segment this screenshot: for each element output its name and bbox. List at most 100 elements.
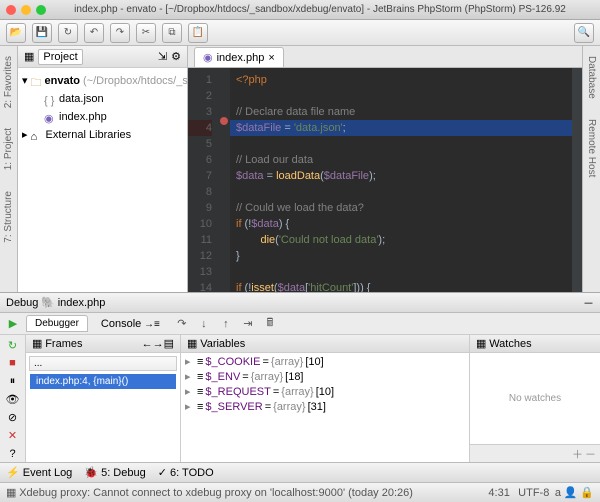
- debug-panel: Debug 🐘 index.php － ▶ Debugger Console →…: [0, 292, 600, 462]
- line-gutter: 123 4 567 8910 111213 141516: [188, 68, 218, 292]
- copy-button[interactable]: ⧉: [162, 23, 182, 43]
- code-body[interactable]: <?php // Declare data file name $dataFil…: [230, 68, 572, 292]
- watches-footer: ＋ －: [470, 444, 600, 462]
- right-gutter: Database Remote Host: [582, 46, 600, 292]
- open-button[interactable]: 📂: [6, 23, 26, 43]
- box-icon: ▦: [24, 50, 34, 63]
- frames-list[interactable]: ... index.php:4, {main}(): [26, 353, 180, 462]
- var-row[interactable]: ▸≡ $_COOKIE = {array} [10]: [183, 355, 467, 370]
- code-editor[interactable]: 123 4 567 8910 111213 141516 <?php // De…: [188, 68, 582, 292]
- paste-button[interactable]: 📋: [188, 23, 208, 43]
- view-breakpoints-button[interactable]: 👁: [3, 391, 23, 407]
- tree-external[interactable]: ▸ ⌂ External Libraries: [20, 126, 185, 144]
- close-button[interactable]: ✕: [3, 428, 23, 444]
- layout-icon: ▦: [187, 337, 197, 350]
- variables-list[interactable]: ▸≡ $_COOKIE = {array} [10] ▸≡ $_ENV = {a…: [181, 353, 469, 462]
- library-icon: ⌂: [31, 129, 43, 141]
- tab-debugger[interactable]: Debugger: [26, 315, 88, 332]
- main-area: 2: Favorites 1: Project 7: Structure ▦ P…: [0, 46, 600, 292]
- close-icon[interactable]: [6, 5, 16, 15]
- project-tool-tab[interactable]: 1: Project: [3, 128, 14, 170]
- frames-menu-icon[interactable]: ▤: [164, 337, 174, 350]
- tree-root[interactable]: ▾ 🗀 envato (~/Dropbox/htdocs/_sandbox/xd…: [20, 72, 185, 90]
- caret-position[interactable]: 4:31: [488, 487, 509, 499]
- breakpoint-gutter[interactable]: [218, 68, 230, 292]
- hector-icon[interactable]: 👤: [564, 486, 578, 499]
- variables-panel: ▦ Variables ▸≡ $_COOKIE = {array} [10] ▸…: [181, 335, 470, 462]
- collapse-icon[interactable]: ⇲: [158, 50, 167, 63]
- folder-icon: 🗀: [31, 75, 42, 87]
- evaluate-button[interactable]: 🖩: [261, 315, 279, 333]
- database-tab[interactable]: Database: [586, 56, 597, 99]
- tree-file-php[interactable]: ◉ index.php: [20, 108, 185, 126]
- event-log-button[interactable]: ⚡ Event Log: [6, 466, 72, 479]
- php-icon: ◉: [44, 111, 56, 123]
- cut-button[interactable]: ✂: [136, 23, 156, 43]
- variables-title: Variables: [200, 338, 245, 350]
- json-icon: { }: [44, 93, 56, 105]
- run-to-cursor-button[interactable]: ⇥: [239, 315, 257, 333]
- debug-file-label: index.php: [58, 297, 583, 309]
- editor-area: ◉ index.php × 123 4 567 8910 111213 1415…: [188, 46, 582, 292]
- watches-title: Watches: [489, 338, 531, 350]
- close-icon[interactable]: ×: [268, 52, 274, 64]
- debug-body: ↻ ■ ⏸ 👁 ⊘ ✕ ? ▦ Frames ← → ▤ ... index.p…: [0, 335, 600, 462]
- var-row[interactable]: ▸≡ $_ENV = {array} [18]: [183, 370, 467, 385]
- refresh-button[interactable]: ↻: [58, 23, 78, 43]
- project-view-select[interactable]: Project: [38, 49, 82, 65]
- error-stripe[interactable]: [572, 68, 582, 292]
- status-message: Xdebug proxy: Cannot connect to xdebug p…: [19, 487, 488, 499]
- watches-header: ▦ Watches: [470, 335, 600, 353]
- insert-icon[interactable]: a: [555, 487, 561, 499]
- editor-tabs: ◉ index.php ×: [188, 46, 582, 68]
- todo-button[interactable]: ✓ 6: TODO: [158, 466, 214, 479]
- status-bar: ▦ Xdebug proxy: Cannot connect to xdebug…: [0, 482, 600, 502]
- stop-button[interactable]: ■: [3, 355, 23, 371]
- mute-breakpoints-button[interactable]: ⊘: [3, 410, 23, 426]
- debug-tool-button[interactable]: 🐞 5: Debug: [84, 466, 145, 479]
- var-row[interactable]: ▸≡ $_SERVER = {array} [31]: [183, 400, 467, 415]
- thread-selector[interactable]: ...: [29, 356, 177, 371]
- structure-tab[interactable]: 7: Structure: [3, 191, 14, 243]
- chevron-right-icon: ▸: [22, 127, 28, 143]
- step-out-button[interactable]: ↑: [217, 315, 235, 333]
- var-row[interactable]: ▸≡ $_REQUEST = {array} [10]: [183, 385, 467, 400]
- project-header: ▦ Project ⇲ ⚙: [18, 46, 187, 68]
- frame-item[interactable]: index.php:4, {main}(): [30, 374, 176, 389]
- encoding[interactable]: UTF-8: [518, 487, 549, 499]
- remote-host-tab[interactable]: Remote Host: [586, 119, 597, 177]
- frames-title: Frames: [45, 338, 82, 350]
- favorites-tab[interactable]: 2: Favorites: [3, 56, 14, 108]
- gear-icon[interactable]: ⚙: [171, 50, 181, 63]
- minimize-icon[interactable]: [21, 5, 31, 15]
- pause-button[interactable]: ⏸: [3, 373, 23, 389]
- layout-icon: ▦: [476, 337, 486, 350]
- step-over-button[interactable]: ↷: [173, 315, 191, 333]
- resume-button[interactable]: ▶: [4, 315, 22, 333]
- ext-label: External Libraries: [46, 127, 132, 143]
- tab-index-php[interactable]: ◉ index.php ×: [194, 47, 284, 67]
- tab-console[interactable]: Console →≡: [92, 315, 169, 333]
- tree-file-json[interactable]: { } data.json: [20, 90, 185, 108]
- minimize-icon[interactable]: －: [583, 295, 594, 311]
- project-tree[interactable]: ▾ 🗀 envato (~/Dropbox/htdocs/_sandbox/xd…: [18, 68, 187, 148]
- chevron-down-icon: ▾: [22, 73, 28, 89]
- variables-header: ▦ Variables: [181, 335, 469, 353]
- prev-frame-button[interactable]: ←: [142, 338, 153, 350]
- zoom-icon[interactable]: [36, 5, 46, 15]
- add-watch-button[interactable]: ＋: [572, 446, 583, 462]
- redo-button[interactable]: ↷: [110, 23, 130, 43]
- help-button[interactable]: ?: [3, 446, 23, 462]
- search-button[interactable]: 🔍: [574, 23, 594, 43]
- project-panel: ▦ Project ⇲ ⚙ ▾ 🗀 envato (~/Dropbox/htdo…: [18, 46, 188, 292]
- step-into-button[interactable]: ↓: [195, 315, 213, 333]
- lock-icon[interactable]: 🔒: [580, 486, 594, 499]
- rerun-button[interactable]: ↻: [3, 337, 23, 353]
- breakpoint-icon[interactable]: [220, 117, 228, 125]
- undo-button[interactable]: ↶: [84, 23, 104, 43]
- remove-watch-button[interactable]: －: [585, 446, 596, 462]
- next-frame-button[interactable]: →: [153, 338, 164, 350]
- frames-header: ▦ Frames ← → ▤: [26, 335, 180, 353]
- save-button[interactable]: 💾: [32, 23, 52, 43]
- debug-header: Debug 🐘 index.php －: [0, 293, 600, 313]
